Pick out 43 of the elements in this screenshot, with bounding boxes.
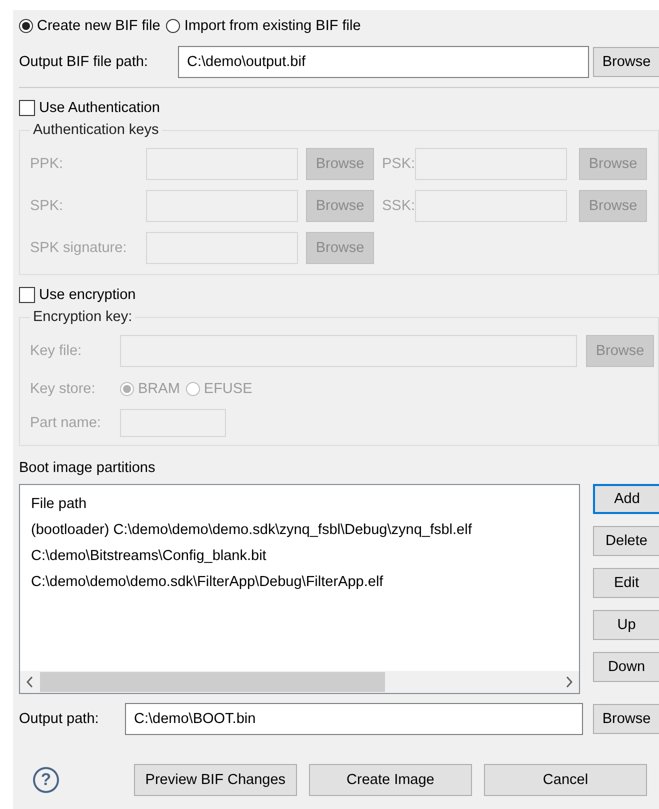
scroll-right-icon[interactable] bbox=[565, 676, 573, 688]
section-title: Boot image partitions bbox=[19, 459, 156, 478]
checkbox-label: Use encryption bbox=[39, 287, 136, 303]
partition-button[interactable]: Delete bbox=[593, 526, 659, 556]
file-list[interactable]: File path (bootloader) C:\demo\demo\demo.sdk\zynq_fsbl\Debug\zynq_fsbl.elf C:\demo\Bitstreams\Config_blank.bit C:\demo\demo\demo.sdk\FilterApp\Debug\FilterApp.elf bbox=[19, 484, 580, 694]
group-title: Encryption key: bbox=[32, 309, 134, 325]
field-label: Output path: bbox=[19, 711, 100, 727]
dialog-button[interactable]: Preview BIF Changes bbox=[134, 764, 297, 796]
list-item[interactable]: C:\demo\Bitstreams\Config_blank.bit bbox=[20, 543, 579, 569]
radio-button[interactable] bbox=[166, 19, 180, 33]
input-field[interactable]: C:\demo\BOOT.bin bbox=[125, 703, 583, 735]
field-label: SSK: bbox=[382, 198, 415, 214]
list-item[interactable]: C:\demo\demo\demo.sdk\FilterApp\Debug\FilterApp.elf bbox=[20, 569, 579, 595]
horizontal-scrollbar[interactable] bbox=[20, 671, 579, 693]
list-item[interactable]: (bootloader) C:\demo\demo\demo.sdk\zynq_fsbl\Debug\zynq_fsbl.elf bbox=[20, 517, 579, 543]
input-field[interactable]: C:\demo\output.bif bbox=[178, 46, 589, 78]
field-label: Output BIF file path: bbox=[19, 54, 149, 70]
checkbox-label: Use Authentication bbox=[39, 100, 160, 116]
group-title: Authentication keys bbox=[32, 122, 160, 138]
field-label: Part name: bbox=[30, 415, 102, 431]
help-button[interactable]: ? bbox=[33, 767, 59, 793]
radio-label: BRAM bbox=[138, 381, 180, 397]
browse-button[interactable]: Browse bbox=[593, 47, 659, 77]
field-label: SPK: bbox=[30, 198, 64, 214]
radio-label: Import from existing BIF file bbox=[184, 18, 361, 34]
dialog-button[interactable]: Create Image bbox=[308, 764, 472, 796]
column-header: File path bbox=[30, 495, 88, 514]
partition-button[interactable]: Up bbox=[593, 610, 659, 640]
partition-button[interactable]: Edit bbox=[593, 568, 659, 598]
field-label: SPK signature: bbox=[30, 240, 128, 256]
scrollbar-thumb[interactable] bbox=[40, 672, 385, 692]
scroll-left-icon[interactable] bbox=[26, 676, 34, 688]
browse-button[interactable]: Browse bbox=[593, 704, 659, 734]
radio-label: Create new BIF file bbox=[37, 18, 160, 34]
field-label: PSK: bbox=[382, 156, 415, 172]
radio-button[interactable] bbox=[19, 19, 33, 33]
radio-label: EFUSE bbox=[204, 381, 252, 397]
partition-button[interactable]: Down bbox=[593, 652, 659, 682]
field-label: Key file: bbox=[30, 343, 83, 359]
dialog-button[interactable]: Cancel bbox=[484, 764, 648, 796]
partition-button[interactable]: Add bbox=[593, 484, 659, 514]
field-label: Key store: bbox=[30, 381, 96, 397]
field-label: PPK: bbox=[30, 156, 64, 172]
